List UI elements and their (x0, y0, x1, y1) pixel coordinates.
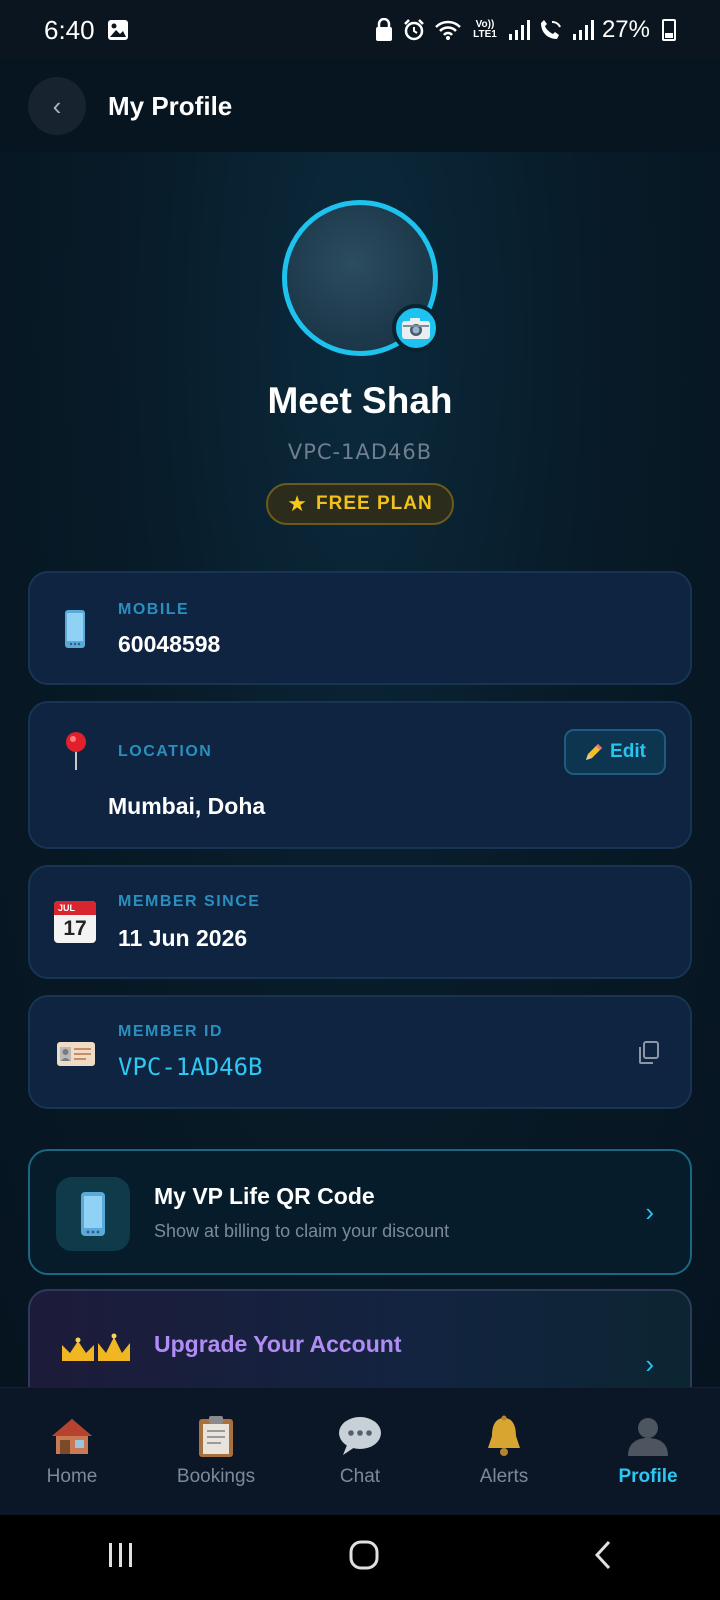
chevron-right-icon: › (645, 1349, 654, 1379)
wifi-icon (434, 19, 462, 41)
nav-bookings-label: Bookings (176, 1466, 256, 1487)
page-title: My Profile (108, 90, 233, 121)
change-photo-button[interactable] (392, 304, 440, 352)
profile-name: Meet Shah (267, 380, 453, 421)
mobile-card: MOBILE 60048598 (28, 571, 692, 685)
calendar-month: JUL (54, 901, 96, 915)
back-button[interactable]: ‹ (28, 77, 86, 135)
camera-icon (402, 318, 430, 339)
pencil-icon (586, 744, 603, 760)
edit-location-button[interactable]: Edit (564, 729, 666, 775)
nav-chat-label: Chat (339, 1466, 381, 1487)
mobile-phone-icon (64, 609, 86, 654)
home-icon (50, 1412, 94, 1460)
home-button[interactable] (349, 1540, 379, 1575)
signal-icon (508, 20, 530, 40)
qr-title: My VP Life QR Code (154, 1183, 375, 1209)
id-card-icon (56, 1041, 96, 1072)
wifi-calling-icon (538, 19, 564, 41)
calendar-day: 17 (63, 917, 87, 940)
alarm-icon (402, 18, 426, 42)
nav-alerts[interactable]: Alerts (432, 1388, 576, 1515)
pushpin-icon (64, 731, 88, 776)
plan-label: FREE PLAN (316, 493, 433, 514)
crown-icon (60, 1333, 132, 1368)
nav-home[interactable]: Home (0, 1388, 144, 1515)
nav-bookings[interactable]: Bookings (144, 1388, 288, 1515)
star-icon: ★ (287, 491, 309, 516)
member-since-card: JUL 17 MEMBER SINCE 11 Jun 2026 (28, 865, 692, 979)
location-card: LOCATION Mumbai, Doha Edit (28, 701, 692, 849)
chevron-left-icon: ‹ (52, 90, 62, 121)
sync-lock-icon (374, 18, 394, 42)
battery-icon (662, 19, 676, 41)
upgrade-title: Upgrade Your Account (154, 1331, 402, 1357)
status-time: 6:40 (44, 14, 95, 45)
bottom-nav: Home Bookings Chat Alerts Profile (0, 1387, 720, 1515)
qr-subtitle: Show at billing to claim your discount (154, 1221, 450, 1241)
battery-percent: 27% (601, 16, 650, 43)
location-value: Mumbai, Doha (108, 793, 266, 819)
member-since-label: MEMBER SINCE (118, 893, 261, 910)
bell-icon (482, 1412, 526, 1460)
qr-icon-box (56, 1177, 130, 1251)
system-back-button[interactable] (593, 1540, 613, 1575)
recents-button[interactable] (107, 1541, 135, 1574)
status-bar: 6:40 Vo)) LTE1 27% (0, 0, 720, 60)
profile-content[interactable]: Meet Shah VPC-1AD46B ★ FREE PLAN MOBILE … (0, 152, 720, 1387)
calendar-icon: JUL 17 (54, 901, 96, 943)
mobile-phone-icon (81, 1192, 105, 1236)
profile-silhouette-icon (626, 1412, 670, 1460)
nav-profile-label: Profile (618, 1466, 678, 1487)
signal-2-icon (572, 20, 594, 40)
system-nav-bar (0, 1515, 720, 1600)
member-id-card: MEMBER ID VPC-1AD46B (28, 995, 692, 1109)
nav-chat[interactable]: Chat (288, 1388, 432, 1515)
mobile-value: 60048598 (118, 631, 221, 657)
edit-label: Edit (610, 741, 646, 762)
plan-badge: ★ FREE PLAN (266, 483, 454, 525)
qr-code-card[interactable]: My VP Life QR Code Show at billing to cl… (28, 1149, 692, 1275)
nav-alerts-label: Alerts (479, 1466, 529, 1487)
nav-home-label: Home (46, 1466, 98, 1487)
member-since-value: 11 Jun 2026 (118, 925, 248, 951)
app-header: ‹ My Profile (0, 60, 720, 152)
home-circle-icon (349, 1540, 379, 1570)
gallery-notification-icon (107, 19, 129, 41)
chevron-right-icon: › (645, 1197, 654, 1227)
location-label: LOCATION (118, 743, 213, 760)
mobile-label: MOBILE (118, 601, 190, 618)
profile-id: VPC-1AD46B (287, 440, 433, 464)
recents-icon (109, 1543, 132, 1567)
chat-bubble-icon (337, 1412, 383, 1460)
upgrade-card[interactable]: Upgrade Your Account › (28, 1289, 692, 1387)
member-id-label: MEMBER ID (118, 1023, 224, 1040)
member-id-value: VPC-1AD46B (118, 1053, 263, 1081)
avatar-container (282, 200, 440, 356)
nav-profile[interactable]: Profile (576, 1388, 720, 1515)
clipboard-icon (197, 1412, 235, 1460)
volte-label: Vo)) LTE1 (473, 19, 497, 40)
back-arrow-icon (594, 1540, 611, 1570)
copy-icon[interactable] (638, 1041, 660, 1070)
